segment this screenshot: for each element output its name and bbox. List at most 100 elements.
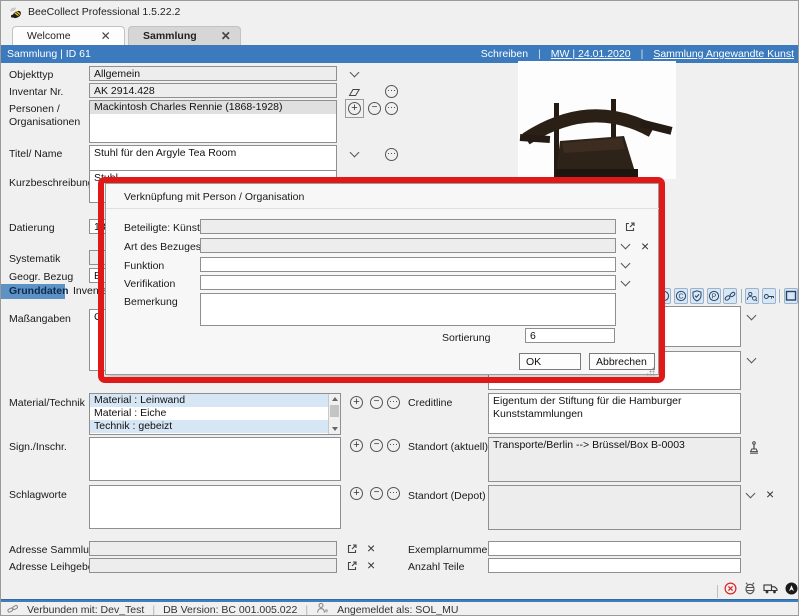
link-icon[interactable] [723,288,737,304]
person-list-item[interactable]: Mackintosh Charles Rennie (1868-1928) [90,101,336,114]
remove-material-button[interactable] [370,396,383,409]
stamp-icon[interactable] [748,441,760,459]
list-item[interactable]: Technik : gebeizt [90,420,336,433]
collection-link[interactable]: Sammlung Angewandte Kunst [653,48,794,60]
chevron-down-icon[interactable] [621,278,629,286]
ellipsis-icon[interactable] [385,148,398,161]
adresse-sammlung-input[interactable] [89,541,337,556]
add-schlagwort-button[interactable] [350,487,363,500]
chair-image [518,61,676,179]
key-icon[interactable] [762,288,776,304]
footer-actions [717,582,798,600]
tab-welcome-label: Welcome [27,30,71,42]
application-window: BeeCollect Professional 1.5.22.2 Welcome… [0,0,799,616]
anzahl-teile-input[interactable] [488,558,741,573]
shield-icon[interactable] [690,288,704,304]
footer-separator [717,585,718,598]
mode-label: Schreiben [481,48,528,60]
compass-icon[interactable] [785,582,798,600]
add-sign-button[interactable] [350,439,363,452]
kurzbeschreibung-label: Kurzbeschreibung [9,177,94,189]
ellipsis-icon[interactable] [387,439,400,452]
provenance-p-icon[interactable]: P [707,288,721,304]
editor-date-link[interactable]: MW | 24.01.2020 [551,48,631,60]
chevron-down-icon[interactable] [350,149,358,157]
sign-inschr-input[interactable] [89,437,341,481]
list-item[interactable]: Material : Leinwand [90,394,336,407]
verifikation-label: Verifikation [124,278,175,290]
creditline-label: Creditline [408,397,452,409]
person-search-icon[interactable] [745,288,759,304]
add-material-button[interactable] [350,396,363,409]
ellipsis-icon[interactable] [385,102,398,115]
status-connected: Verbunden mit: Dev_Test [27,604,144,616]
ellipsis-icon[interactable] [387,487,400,500]
error-icon[interactable] [724,582,737,600]
remove-sign-button[interactable] [370,439,383,452]
bemerkung-input[interactable] [200,293,616,326]
standort-aktuell-input[interactable]: Transporte/Berlin --> Brüssel/Box B-0003 [488,437,741,482]
exemplarnummer-input[interactable] [488,541,741,556]
window-icon[interactable] [784,288,798,304]
remove-person-button[interactable] [368,102,381,115]
exemplarnummer-label: Exemplarnummer [408,544,491,556]
status-separator: | [305,604,308,616]
verifikation-input[interactable] [200,275,616,290]
inventar-nr-input[interactable]: AK 2914.428 [89,83,337,98]
add-person-button[interactable] [345,99,364,118]
clear-icon[interactable] [367,541,375,555]
chevron-down-icon[interactable] [350,69,358,77]
tab-welcome[interactable]: Welcome ✕ [12,26,125,45]
sortierung-input[interactable]: 6 [525,328,615,343]
personen-list[interactable]: Mackintosh Charles Rennie (1868-1928) [89,100,337,143]
objekttyp-input[interactable]: Allgemein [89,66,337,81]
close-icon[interactable]: ✕ [221,31,231,41]
adresse-leihgeber-label: Adresse Leihgeber [9,561,97,573]
chevron-down-icon[interactable] [746,490,754,498]
chevron-down-icon[interactable] [621,241,629,249]
resize-grip-icon[interactable] [646,363,655,372]
external-link-icon[interactable] [624,220,636,238]
title-bar: BeeCollect Professional 1.5.22.2 [1,1,799,25]
toolbar-separator [741,289,742,303]
schlagworte-input[interactable] [89,485,341,529]
standort-depot-label: Standort (Depot) [408,490,486,502]
geogr-bezug-label: Geogr. Bezug [9,271,73,283]
clear-icon[interactable] [766,487,774,501]
close-icon[interactable]: ✕ [101,31,111,41]
creditline-input[interactable]: Eigentum der Stiftung für die Hamburger … [488,393,741,434]
chevron-down-icon[interactable] [350,174,358,182]
beteiligte-label: Beteiligte: Künstler [124,222,212,234]
clear-icon[interactable] [641,239,649,253]
tab-grunddaten[interactable]: Grunddaten [1,284,65,299]
external-link-icon[interactable] [346,559,358,577]
adresse-leihgeber-input[interactable] [89,558,337,573]
clear-icon[interactable] [367,558,375,572]
art-des-bezuges-input[interactable] [200,238,616,253]
sortierung-label: Sortierung [442,332,490,344]
connection-icon [7,601,19,616]
copyright-icon[interactable]: C [674,288,688,304]
external-link-icon[interactable] [346,542,358,560]
object-photo[interactable] [518,61,676,179]
ellipsis-icon[interactable] [387,396,400,409]
chevron-down-icon[interactable] [747,312,755,320]
remove-schlagwort-button[interactable] [370,487,383,500]
scrollbar[interactable] [328,394,340,434]
ellipsis-icon[interactable] [385,85,398,98]
massangaben-label: Maßangaben [9,313,71,325]
list-item[interactable]: Material : Eiche [90,407,336,420]
material-technik-list[interactable]: Material : Leinwand Material : Eiche Tec… [89,393,341,435]
chevron-down-icon[interactable] [621,260,629,268]
chevron-down-icon[interactable] [747,355,755,363]
truck-icon[interactable] [763,582,779,600]
ok-button[interactable]: OK [519,353,581,370]
circle-icon[interactable] [657,288,671,304]
standort-depot-input[interactable] [488,485,741,530]
funktion-input[interactable] [200,257,616,272]
bee-icon[interactable] [743,582,757,600]
tab-sammlung[interactable]: Sammlung ✕ [128,26,241,45]
tab-sammlung-label: Sammlung [143,30,197,42]
beteiligte-input[interactable] [200,219,616,234]
personen-label: Personen / Organisationen [9,103,89,129]
